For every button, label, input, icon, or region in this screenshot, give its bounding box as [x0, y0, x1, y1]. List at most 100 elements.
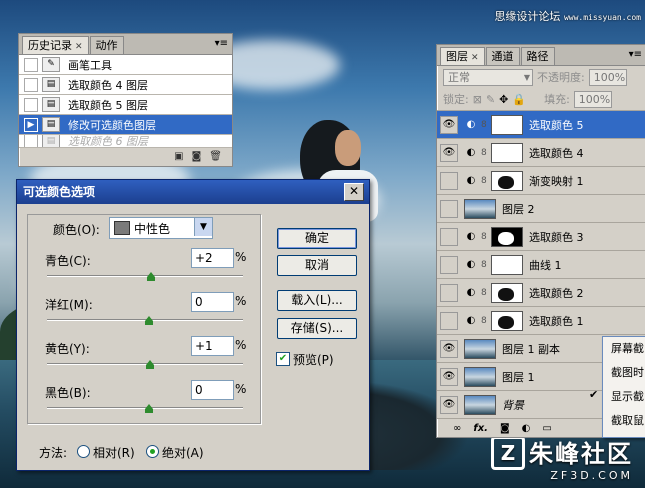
- visibility-eye-icon[interactable]: [440, 227, 458, 246]
- new-document-from-state-icon[interactable]: ▣: [174, 151, 183, 162]
- layer-mask-thumbnail[interactable]: [491, 254, 523, 275]
- chain-link-icon[interactable]: 8: [481, 316, 489, 326]
- chain-link-icon[interactable]: 8: [481, 120, 489, 130]
- history-item-label: 画笔工具: [68, 58, 112, 72]
- magenta-slider-knob[interactable]: [145, 316, 154, 325]
- cancel-button[interactable]: 取消: [277, 255, 357, 276]
- history-panel: 历史记录 ✕ 动作 ▾≡ ✎ 画笔工具 ▤ 选取颜色 4 图层 ▤ 选取颜色 5 …: [18, 33, 233, 167]
- layer-row[interactable]: ◐ 8 渐变映射 1: [437, 167, 645, 195]
- layer-row[interactable]: ◐ 8 选取颜色 3: [437, 223, 645, 251]
- trash-icon[interactable]: 🗑: [209, 151, 222, 162]
- history-source-checkbox[interactable]: [24, 97, 38, 112]
- tab-actions[interactable]: 动作: [89, 36, 124, 54]
- camera-snapshot-icon[interactable]: ◙: [192, 151, 202, 162]
- history-item[interactable]: ▤ 选取颜色 5 图层: [19, 95, 232, 115]
- visibility-eye-icon[interactable]: [440, 311, 458, 330]
- history-source-checkbox[interactable]: ▶: [24, 117, 38, 132]
- chevron-down-icon[interactable]: ▼: [194, 218, 212, 236]
- history-item[interactable]: ▤ 选取颜色 4 图层: [19, 75, 232, 95]
- context-menu-item[interactable]: 屏幕截: [603, 337, 645, 361]
- layer-thumbnail[interactable]: [464, 394, 496, 415]
- context-menu-item[interactable]: 截取鼠: [603, 409, 645, 433]
- visibility-eye-icon[interactable]: 👁: [440, 143, 458, 162]
- layer-mask-thumbnail[interactable]: [491, 114, 523, 135]
- visibility-eye-icon[interactable]: [440, 283, 458, 302]
- preview-checkbox[interactable]: ✔: [276, 352, 290, 366]
- cyan-slider-track[interactable]: [47, 275, 243, 277]
- blend-mode-select[interactable]: 正常 ▼: [443, 68, 533, 86]
- group-folder-icon[interactable]: ▭: [542, 423, 551, 434]
- lock-transparency-icon[interactable]: ⊠: [473, 93, 482, 106]
- load-button[interactable]: 载入(L)...: [277, 290, 357, 311]
- yellow-slider-knob[interactable]: [145, 360, 155, 369]
- layer-mask-thumbnail[interactable]: [491, 142, 523, 163]
- lock-position-icon[interactable]: ✥: [499, 93, 508, 106]
- history-source-checkbox[interactable]: [24, 77, 38, 92]
- black-slider-knob[interactable]: [145, 404, 154, 413]
- layer-mask-thumbnail[interactable]: [491, 310, 523, 331]
- context-menu-item[interactable]: 显示截: [603, 385, 645, 409]
- colors-select[interactable]: 中性色 ▼: [109, 217, 213, 239]
- layer-row[interactable]: 👁 ◐ 8 选取颜色 4: [437, 139, 645, 167]
- layer-mask-thumbnail[interactable]: [491, 282, 523, 303]
- save-button[interactable]: 存储(S)...: [277, 318, 357, 339]
- tab-paths[interactable]: 路径: [520, 47, 555, 65]
- panel-menu-icon[interactable]: ▾≡: [629, 49, 642, 60]
- chain-link-icon[interactable]: 8: [481, 232, 489, 242]
- dialog-title: 可选颜色选项: [23, 185, 96, 199]
- cyan-slider-knob[interactable]: [146, 272, 156, 281]
- visibility-eye-icon[interactable]: [440, 171, 458, 190]
- close-icon[interactable]: ✕: [344, 183, 364, 201]
- close-tab-icon[interactable]: ✕: [471, 53, 479, 63]
- layer-row[interactable]: ◐ 8 选取颜色 1: [437, 307, 645, 335]
- opacity-field[interactable]: 100%: [588, 68, 627, 86]
- history-item-selected[interactable]: ▶ ▤ 修改可选颜色图层: [19, 115, 232, 135]
- adjustment-layer-icon[interactable]: ◐: [522, 423, 531, 434]
- layer-row[interactable]: 图层 2: [437, 195, 645, 223]
- context-menu-item[interactable]: 截图时: [603, 361, 645, 385]
- link-layers-icon[interactable]: ∞: [453, 423, 461, 434]
- chain-link-icon[interactable]: 8: [481, 260, 489, 270]
- lock-pixels-icon[interactable]: ✎: [486, 93, 495, 106]
- visibility-eye-icon[interactable]: 👁: [440, 115, 458, 134]
- visibility-eye-icon[interactable]: 👁: [440, 395, 458, 414]
- history-source-checkbox[interactable]: [24, 135, 38, 147]
- ok-button[interactable]: 确定: [277, 228, 357, 249]
- visibility-eye-icon[interactable]: 👁: [440, 367, 458, 386]
- chain-link-icon[interactable]: 8: [481, 148, 489, 158]
- relative-radio[interactable]: [77, 445, 90, 458]
- absolute-radio[interactable]: [146, 445, 159, 458]
- close-tab-icon[interactable]: ✕: [75, 42, 83, 52]
- layer-row-selected[interactable]: 👁 ◐ 8 选取颜色 5: [437, 111, 645, 139]
- panel-menu-icon[interactable]: ▾≡: [215, 38, 228, 49]
- history-state-icon: ▤: [42, 117, 60, 132]
- black-field[interactable]: 0: [191, 380, 234, 400]
- fill-field[interactable]: 100%: [573, 90, 612, 108]
- layer-thumbnail[interactable]: [464, 338, 496, 359]
- visibility-eye-icon[interactable]: 👁: [440, 339, 458, 358]
- magenta-field[interactable]: 0: [191, 292, 234, 312]
- cyan-field[interactable]: +2: [191, 248, 234, 268]
- visibility-eye-icon[interactable]: [440, 199, 458, 218]
- chain-link-icon[interactable]: 8: [481, 288, 489, 298]
- add-mask-icon[interactable]: ◙: [500, 423, 510, 434]
- layer-row[interactable]: ◐ 8 曲线 1: [437, 251, 645, 279]
- layer-thumbnail[interactable]: [464, 366, 496, 387]
- history-item-undone[interactable]: ▤ 选取颜色 6 图层: [19, 135, 232, 148]
- layer-row[interactable]: ◐ 8 选取颜色 2: [437, 279, 645, 307]
- history-source-checkbox[interactable]: [24, 57, 38, 72]
- tab-layers[interactable]: 图层 ✕: [440, 47, 485, 65]
- chain-link-icon[interactable]: 8: [481, 176, 489, 186]
- tab-history[interactable]: 历史记录 ✕: [22, 36, 89, 54]
- history-item[interactable]: ✎ 画笔工具: [19, 55, 232, 75]
- lock-all-icon[interactable]: 🔒: [512, 93, 526, 106]
- yellow-field[interactable]: +1: [191, 336, 234, 356]
- visibility-eye-icon[interactable]: [440, 255, 458, 274]
- tab-channels[interactable]: 通道: [485, 47, 520, 65]
- fx-icon[interactable]: fx.: [473, 423, 488, 434]
- layer-mask-thumbnail[interactable]: [491, 170, 523, 191]
- percent-label: %: [235, 250, 247, 264]
- cyan-label: 青色(C):: [45, 254, 91, 268]
- layer-mask-thumbnail[interactable]: [491, 226, 523, 247]
- layer-thumbnail[interactable]: [464, 198, 496, 219]
